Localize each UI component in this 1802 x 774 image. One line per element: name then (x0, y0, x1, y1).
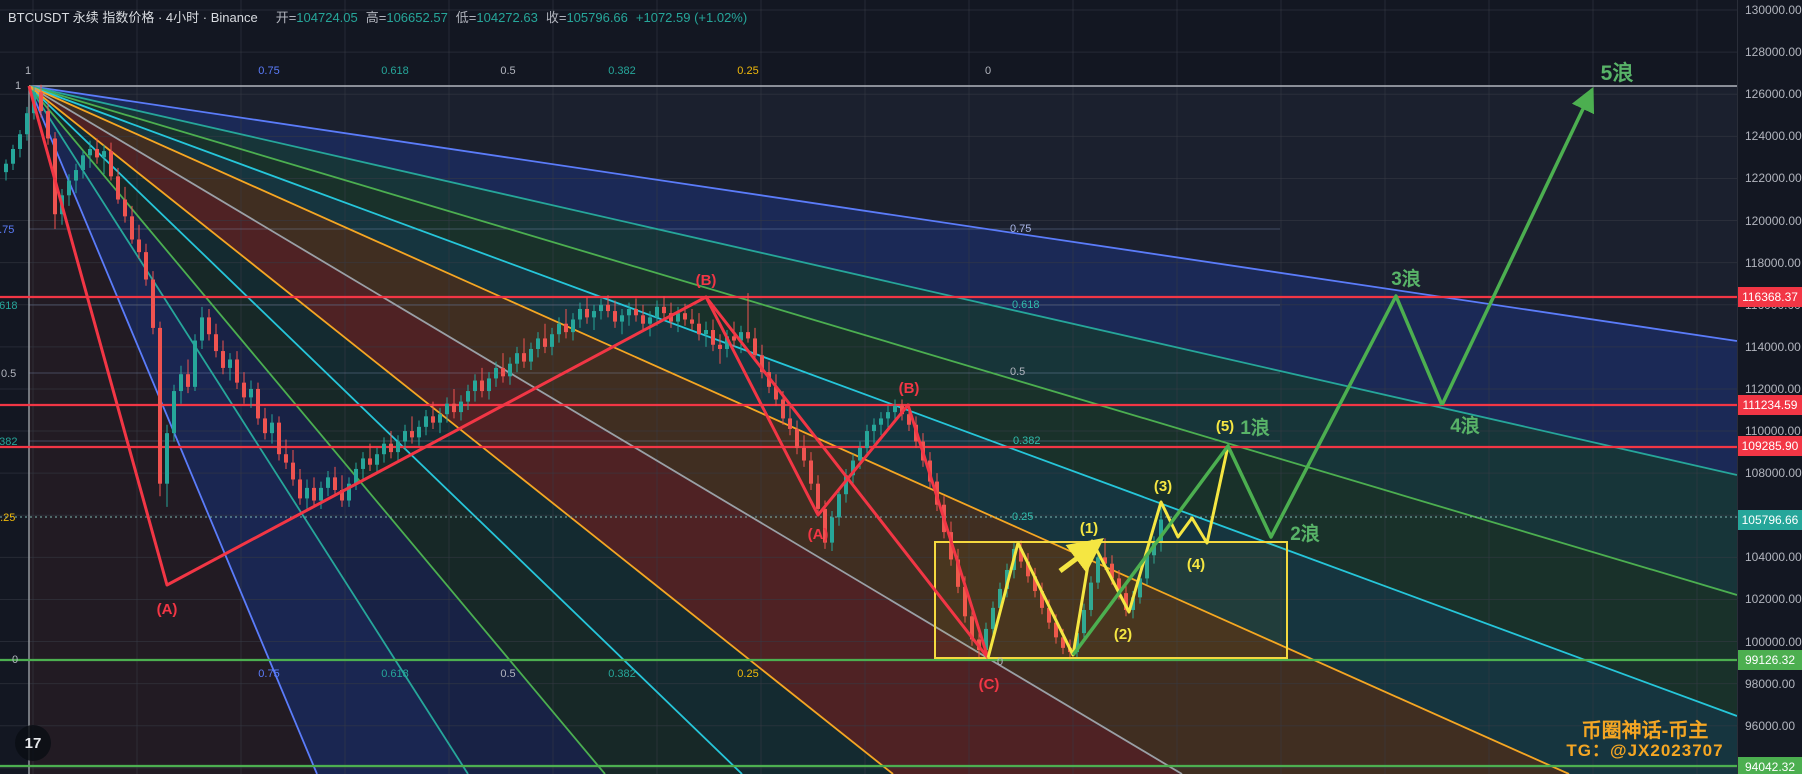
fan-level-label-left: 0 (12, 654, 18, 666)
fan-time-label-bottom: 0.382 (608, 668, 636, 680)
axis-tick: 96000.00 (1745, 718, 1796, 733)
axis-tick: 100000.00 (1745, 634, 1802, 649)
high-label: 高= (365, 10, 387, 25)
fib-fan-wedges (29, 86, 1737, 774)
consolidation-box (934, 541, 1288, 659)
price-badge: 94042.32 (1738, 756, 1802, 774)
fan-level-label-left: 0.25 (0, 512, 15, 524)
green-wave-label: 4浪 (1450, 414, 1480, 437)
yellow-wave-label: (3) (1154, 478, 1172, 495)
fan-time-label-top: 0.75 (258, 65, 279, 77)
fan-time-label-bottom: 0.618 (381, 668, 409, 680)
fan-time-label-top: 0.618 (381, 65, 409, 77)
yellow-wave-label: (2) (1114, 626, 1132, 643)
price-badge: 105796.66 (1738, 509, 1802, 530)
open-value: 104724.05 (296, 10, 358, 25)
low-value: 104272.63 (476, 10, 538, 25)
chart-canvas[interactable]: (A) (B) (A) (B) (C) (1) (2) (3) (4) (5) 1浪 2浪 3浪 4浪 5浪… (0, 0, 1737, 774)
symbol-legend: BTCUSDT 永续 指数价格 · 4小时 · Binance 开=104724.… (8, 7, 747, 26)
axis-tick: 120000.00 (1745, 213, 1802, 228)
axis-tick: 124000.00 (1745, 129, 1802, 144)
high-value: 106652.57 (386, 10, 448, 25)
axis-tick: 126000.00 (1745, 87, 1802, 102)
fan-time-label-top: 0 (985, 65, 991, 77)
fan-level-label-right: 0.25 (1012, 511, 1033, 523)
watermark: 币圈神话-币主 TG：@JX2023707 (1552, 720, 1738, 761)
axis-tick: 98000.00 (1745, 676, 1796, 691)
fan-level-label-right: 0.618 (1012, 299, 1040, 311)
axis-tick: 130000.00 (1745, 3, 1802, 18)
axis-tick: 114000.00 (1745, 339, 1801, 354)
symbol-title[interactable]: BTCUSDT 永续 指数价格 · 4小时 · Binance (8, 10, 258, 25)
red-wave-label: (B) (696, 272, 717, 289)
price-axis[interactable]: 130000.00 128000.00 126000.00 124000.00 1220… (1737, 0, 1802, 774)
axis-tick: 102000.00 (1745, 592, 1802, 607)
price-badge: 111234.59 (1738, 395, 1802, 416)
fan-time-label-bottom: 0 (997, 656, 1003, 668)
close-label: 收= (545, 10, 567, 25)
watermark-line2: TG：@JX2023707 (1566, 741, 1724, 760)
yellow-wave-label: (5) (1216, 418, 1234, 435)
price-badge: 109285.90 (1738, 436, 1802, 457)
fan-time-label-bottom: 0.25 (737, 668, 758, 680)
yellow-wave-label: (1) (1080, 520, 1098, 537)
fan-level-label-right: 0.75 (1010, 223, 1031, 235)
price-badge: 99126.32 (1738, 649, 1802, 670)
fan-level-label-right: 0.382 (1013, 435, 1041, 447)
open-label: 开= (275, 10, 297, 25)
low-label: 低= (455, 10, 477, 25)
green-wave-label: 2浪 (1290, 522, 1320, 545)
axis-tick: 112000.00 (1745, 381, 1801, 396)
green-wave-label: 1浪 (1240, 416, 1270, 439)
fan-level-label-left: 0.5 (1, 368, 16, 380)
axis-tick: 108000.00 (1745, 466, 1802, 481)
fan-time-label-top: 0.25 (737, 65, 758, 77)
fan-time-label-top: 1 (25, 65, 31, 77)
red-wave-label: (B) (899, 380, 920, 397)
fan-time-label-bottom: 0.75 (258, 668, 279, 680)
red-wave-label: (C) (979, 676, 1000, 693)
axis-tick: 128000.00 (1745, 45, 1802, 60)
green-wave-label: 5浪 (1601, 61, 1634, 85)
fan-time-label-top: 0.382 (608, 65, 636, 77)
yellow-wave-label: (4) (1187, 556, 1205, 573)
fan-level-label-left: 0.75 (0, 224, 14, 236)
fan-level-label-left: 0.382 (0, 436, 18, 448)
watermark-line1: 币圈神话-币主 (1581, 720, 1709, 742)
close-value: 105796.66 (566, 10, 628, 25)
change-value: +1072.59 (+1.02%) (635, 10, 748, 25)
fan-level-label-left: 1 (15, 80, 21, 92)
axis-tick: 122000.00 (1745, 171, 1802, 186)
fan-level-label-right: 0.5 (1010, 366, 1025, 378)
fan-time-label-top: 0.5 (500, 65, 515, 77)
tradingview-logo-icon[interactable]: 17 (15, 725, 51, 761)
green-wave-label: 3浪 (1391, 267, 1421, 290)
axis-tick: 104000.00 (1745, 550, 1802, 565)
price-badge: 116368.37 (1738, 287, 1802, 307)
fan-time-label-bottom: 0.5 (500, 668, 515, 680)
fan-level-label-left: 0.618 (0, 300, 18, 312)
axis-tick: 118000.00 (1745, 255, 1801, 270)
red-wave-label: (A) (808, 526, 829, 543)
red-wave-label: (A) (157, 601, 178, 618)
trading-chart-window: { "legend": { "title": "BTCUSDT 永续 指数价格 … (0, 0, 1802, 774)
